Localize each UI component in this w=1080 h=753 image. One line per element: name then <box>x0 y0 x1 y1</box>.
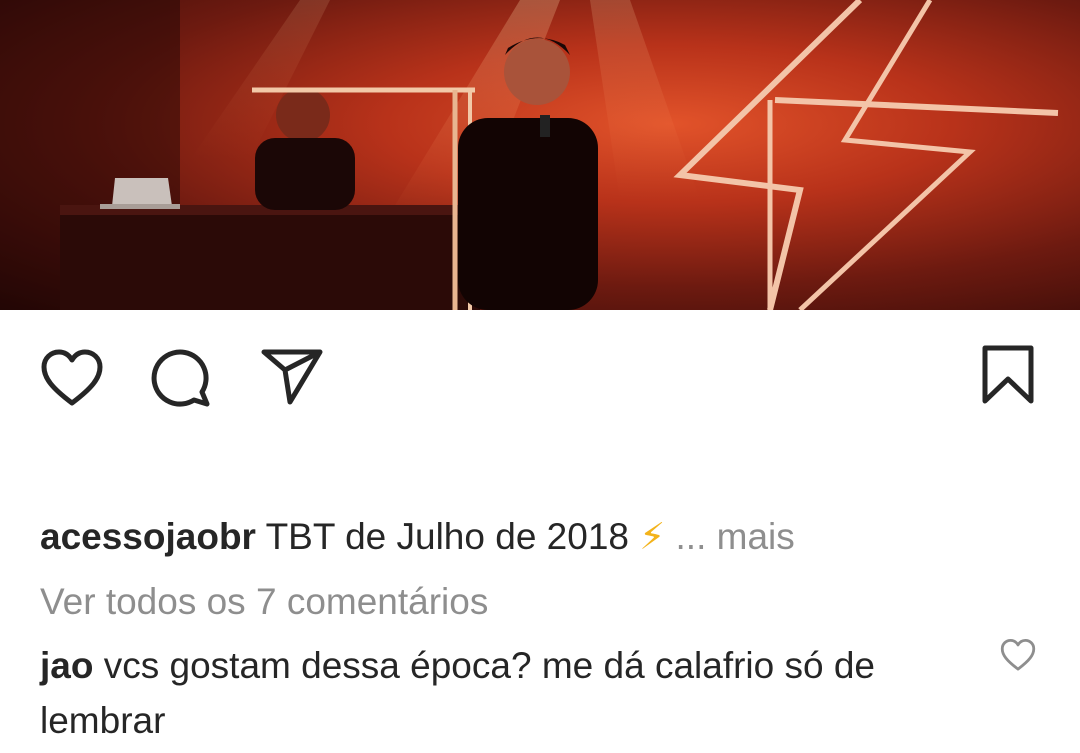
comment-item: jao vcs gostam dessa época? me dá calafr… <box>40 638 960 748</box>
save-button[interactable] <box>980 344 1036 406</box>
caption-ellipsis: ... <box>675 516 707 557</box>
share-button[interactable] <box>260 348 324 408</box>
paper-plane-icon <box>261 349 323 405</box>
comment-button[interactable] <box>150 348 214 408</box>
caption-text: TBT de Julho de 2018 <box>265 516 629 557</box>
heart-icon <box>41 349 103 406</box>
comment-text: vcs gostam dessa época? me dá calafrio s… <box>40 645 876 741</box>
bookmark-icon <box>982 345 1034 404</box>
post-actions-bar <box>0 310 1080 440</box>
post-photo[interactable] <box>0 0 1080 310</box>
comment-icon <box>151 349 210 407</box>
caption-username[interactable]: acessojaobr <box>40 516 256 557</box>
like-button[interactable] <box>40 348 104 408</box>
heart-icon <box>1000 638 1036 671</box>
post-caption: acessojaobr TBT de Julho de 2018 ⚡ ... m… <box>40 512 795 562</box>
concert-scene <box>0 0 1059 310</box>
caption-more-link[interactable]: mais <box>717 516 795 557</box>
comment-like-button[interactable] <box>1000 638 1036 677</box>
view-all-comments-link[interactable]: Ver todos os 7 comentários <box>40 577 488 627</box>
comment-username[interactable]: jao <box>40 645 93 686</box>
lightning-emoji: ⚡ <box>639 516 666 557</box>
